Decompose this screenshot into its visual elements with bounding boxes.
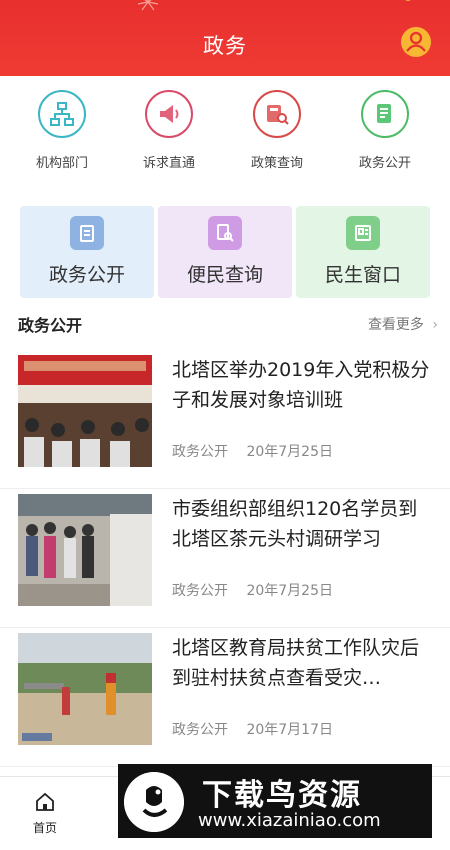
section-header: 政务公开 查看更多 ›: [18, 310, 438, 336]
news-category: 政务公开: [172, 583, 228, 599]
quick-item-label: 机构部门: [35, 156, 88, 171]
news-item[interactable]: 市委组织部组织120名学员到北塔区茶元头村调研学习 政务公开 20年7月25日: [0, 494, 450, 628]
id-card-icon: [346, 216, 380, 250]
quick-item-label: 政策查询: [250, 156, 303, 171]
news-meta: 政务公开 20年7月25日: [172, 580, 347, 600]
policy-search-icon: [253, 90, 301, 138]
feature-cards: 政务公开 便民查询 民生窗口: [0, 206, 450, 298]
news-title: 北塔区举办2019年入党积极分子和发展对象培训班: [172, 359, 430, 411]
home-icon: [36, 792, 54, 811]
quick-item-label: 政务公开: [358, 156, 411, 171]
news-date: 20年7月17日: [246, 722, 333, 738]
news-thumbnail: [18, 494, 152, 606]
megaphone-icon: [145, 90, 193, 138]
news-category: 政务公开: [172, 722, 228, 738]
watermark-logo: [124, 772, 184, 832]
firework-decoration-icon: [137, 0, 159, 11]
news-item[interactable]: 北塔区教育局扶贫工作队灾后到驻村扶贫点查看受灾… 政务公开 20年7月17日: [0, 633, 450, 767]
news-thumbnail: [18, 355, 152, 467]
clipboard-icon: [70, 216, 104, 250]
quick-item-label: 诉求直通: [142, 156, 195, 171]
card-convenience-query[interactable]: 便民查询: [158, 206, 292, 298]
tab-home-label: 首页: [32, 821, 57, 835]
user-icon[interactable]: [400, 26, 432, 58]
card-label: 便民查询: [186, 264, 263, 286]
app-header: 政务: [0, 0, 450, 76]
news-item[interactable]: 北塔区举办2019年入党积极分子和发展对象培训班 政务公开 20年7月25日: [0, 355, 450, 489]
news-title: 北塔区教育局扶贫工作队灾后到驻村扶贫点查看受灾…: [172, 637, 420, 689]
see-more-link[interactable]: 查看更多 ›: [368, 314, 438, 334]
section-title: 政务公开: [18, 316, 83, 335]
card-public-affairs[interactable]: 政务公开: [20, 206, 154, 298]
org-chart-icon: [38, 90, 86, 138]
news-title: 市委组织部组织120名学员到北塔区茶元头村调研学习: [172, 498, 418, 550]
news-meta: 政务公开 20年7月25日: [172, 441, 347, 461]
watermark-url: www.xiazainiao.com: [198, 810, 381, 831]
quick-item-public[interactable]: 政务公开: [330, 90, 440, 180]
quick-item-org[interactable]: 机构部门: [7, 90, 117, 180]
tab-home[interactable]: 首页: [24, 791, 66, 836]
quick-item-appeal[interactable]: 诉求直通: [114, 90, 224, 180]
news-meta: 政务公开 20年7月17日: [172, 719, 347, 739]
news-date: 20年7月25日: [246, 583, 333, 599]
quick-item-policy[interactable]: 政策查询: [222, 90, 332, 180]
quick-access-row: 机构部门 诉求直通 政策查询 政务公开: [0, 76, 450, 186]
watermark-text: 下载鸟资源: [202, 778, 362, 813]
news-date: 20年7月25日: [246, 444, 333, 460]
card-livelihood-window[interactable]: 民生窗口: [296, 206, 430, 298]
news-thumbnail: [18, 633, 152, 745]
watermark: 下载鸟资源 www.xiazainiao.com: [118, 764, 432, 838]
card-label: 政务公开: [48, 264, 125, 286]
see-more-label: 查看更多: [367, 317, 424, 333]
document-icon: [361, 90, 409, 138]
page-title: 政务: [203, 34, 247, 58]
chevron-right-icon: ›: [432, 317, 438, 333]
decoration-icon: [405, 0, 411, 1]
search-doc-icon: [208, 216, 242, 250]
news-category: 政务公开: [172, 444, 228, 460]
card-label: 民生窗口: [324, 264, 401, 286]
